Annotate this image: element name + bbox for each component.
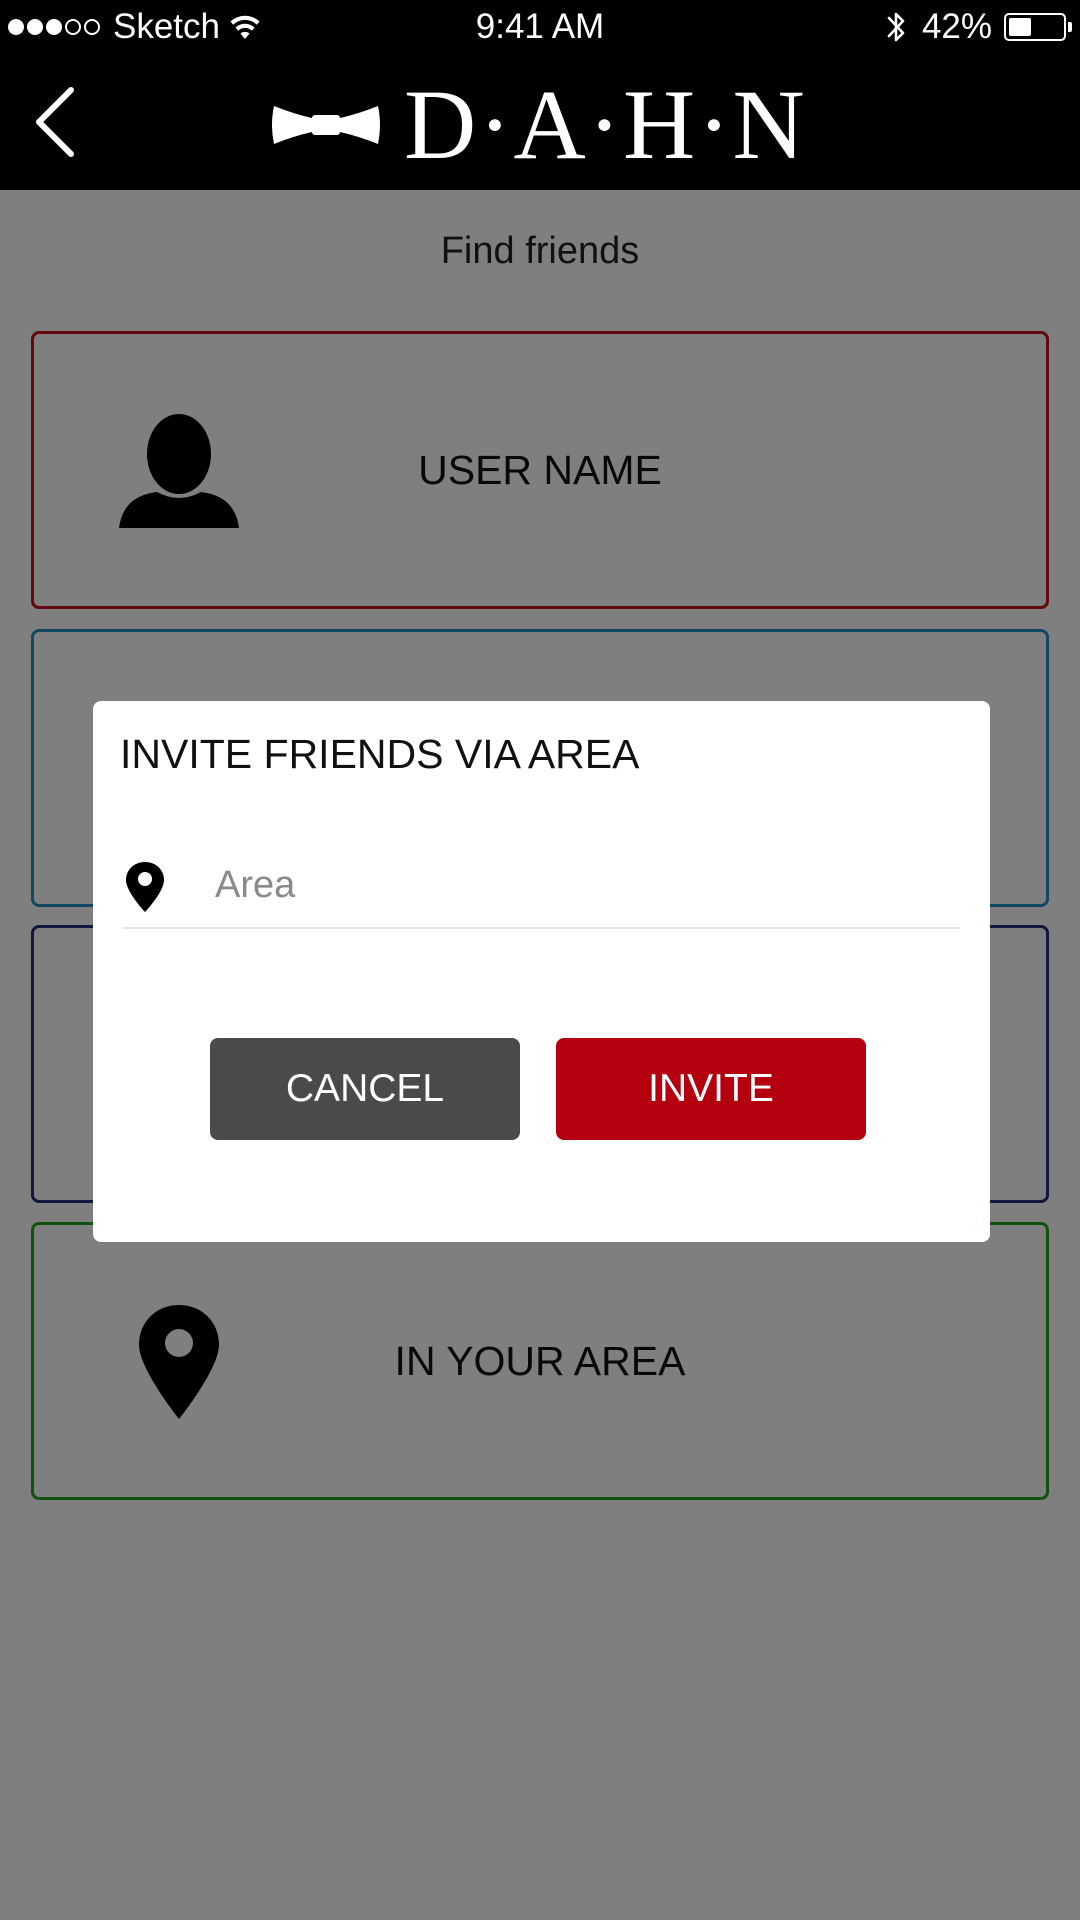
area-field	[123, 851, 960, 929]
nav-bar: D·A·H·N	[0, 54, 1080, 190]
find-friends-screen: Sketch 9:41 AM 42% D·A·H·N INVITE FRIEND…	[0, 0, 1080, 1920]
dialog-title: INVITE FRIENDS VIA AREA	[120, 731, 640, 777]
status-bar: Sketch 9:41 AM 42%	[0, 0, 1080, 54]
battery-nub	[1068, 22, 1072, 32]
battery-fill	[1009, 18, 1031, 36]
status-right: 42%	[884, 0, 1072, 54]
bow-tie-icon	[272, 106, 380, 144]
invite-button[interactable]: INVITE	[556, 1038, 866, 1140]
brand-name: D·A·H·N	[404, 69, 807, 180]
back-button[interactable]	[20, 84, 90, 160]
cancel-button[interactable]: CANCEL	[210, 1038, 520, 1140]
area-input[interactable]	[213, 851, 957, 919]
location-pin-icon	[126, 862, 164, 912]
bluetooth-icon	[887, 12, 905, 42]
chevron-left-icon	[36, 87, 74, 157]
battery-icon	[1004, 13, 1066, 41]
battery-percent: 42%	[921, 7, 992, 46]
invite-via-area-dialog: INVITE FRIENDS VIA AREA CANCEL INVITE	[93, 701, 990, 1242]
brand-logo: D·A·H·N	[270, 75, 807, 175]
